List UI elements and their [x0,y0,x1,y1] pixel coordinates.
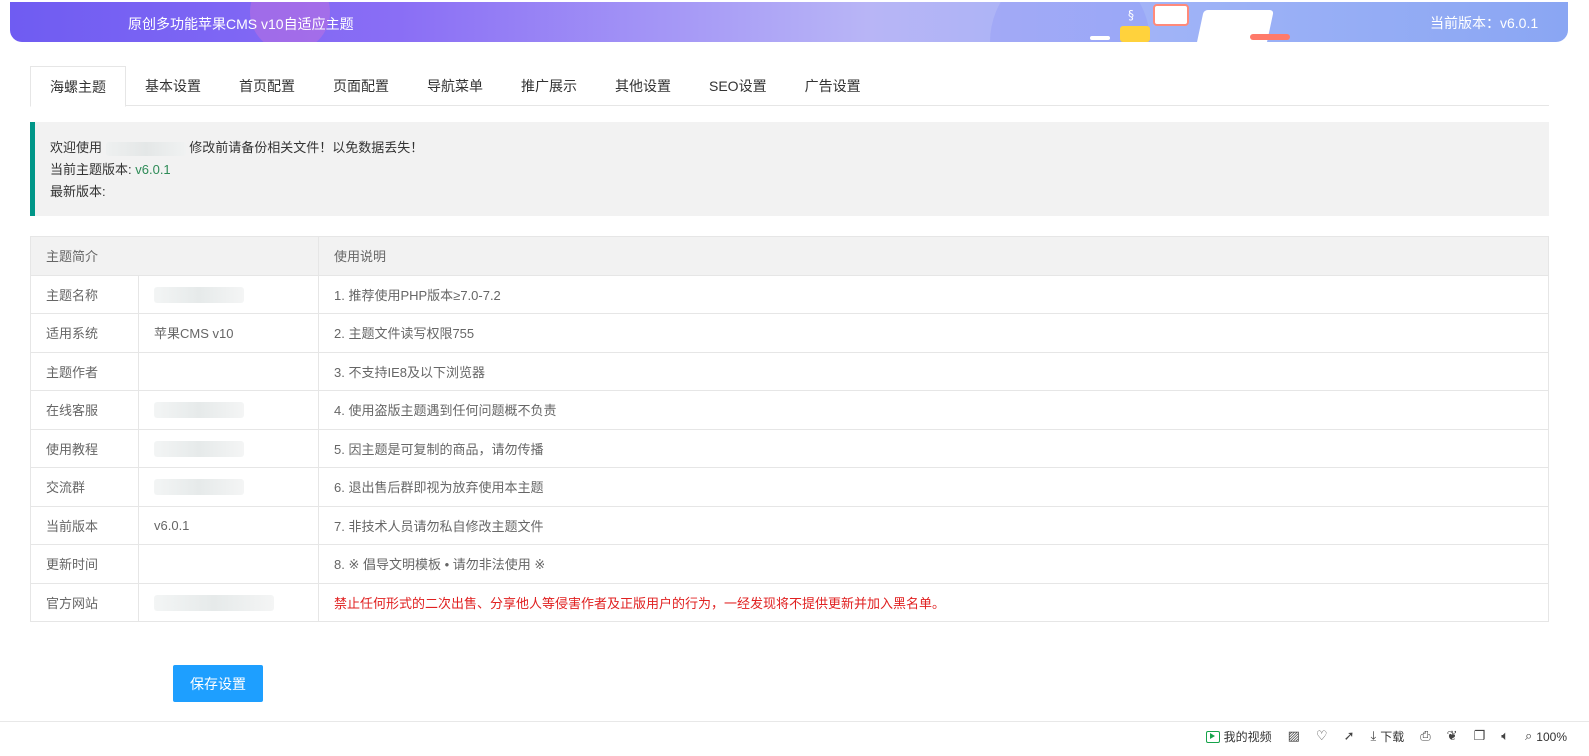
header-theme-intro: 主题简介 [30,236,319,276]
table-row: 更新时间 8. ※ 倡导文明模板 • 请勿非法使用 ※ [30,544,1549,584]
row-note: 2. 主题文件读写权限755 [318,313,1549,353]
rocket-icon[interactable]: ➚ [1344,729,1355,744]
current-version-label: 当前主题版本: [50,162,132,177]
header-banner: § 原创多功能苹果CMS v10自适应主题 当前版本：v6.0.1 [10,2,1568,42]
download-icon: ⤓ [1370,729,1377,744]
row-note: 8. ※ 倡导文明模板 • 请勿非法使用 ※ [318,544,1549,584]
my-video-label: 我的视频 [1223,730,1272,744]
row-note: 4. 使用盗版主题遇到任何问题概不负责 [318,390,1549,430]
header-usage-notes: 使用说明 [318,236,1549,276]
save-settings-button[interactable]: 保存设置 [173,665,263,702]
banner-decoration [1090,36,1110,40]
row-value [138,351,319,391]
banner-decoration [1250,34,1290,40]
row-note: 6. 退出售后群即视为放弃使用本主题 [318,467,1549,507]
tab-home-config[interactable]: 首页配置 [220,66,314,106]
download-label: 下载 [1380,730,1405,744]
zoom-level: 100% [1536,729,1567,744]
tab-promotion[interactable]: 推广展示 [502,66,596,106]
blurred-link[interactable] [154,479,244,496]
zoom-control[interactable]: ⌕ 100% [1525,729,1567,744]
row-note: 1. 推荐使用PHP版本≥7.0-7.2 [318,274,1549,314]
leaf-icon[interactable]: ❦ [1447,729,1458,744]
table-row: 交流群 6. 退出售后群即视为放弃使用本主题 [30,467,1549,507]
theme-info-table: 主题简介 使用说明 主题名称 1. 推荐使用PHP版本≥7.0-7.2 适用系统… [30,236,1549,622]
welcome-suffix: 修改前请备份相关文件！以免数据丢失！ [189,140,424,155]
tab-nav-menu[interactable]: 导航菜单 [408,66,502,106]
row-label: 在线客服 [30,390,139,430]
row-value[interactable] [138,467,319,507]
row-label: 适用系统 [30,313,139,353]
tab-basic-settings[interactable]: 基本设置 [126,66,220,106]
table-header-row: 主题简介 使用说明 [30,236,1549,276]
row-value [138,274,319,314]
settings-tabs: 海螺主题 基本设置 首页配置 页面配置 导航菜单 推广展示 其他设置 SEO设置… [30,66,1549,107]
current-version-value: v6.0.1 [135,162,171,177]
row-label: 更新时间 [30,544,139,584]
table-row: 在线客服 4. 使用盗版主题遇到任何问题概不负责 [30,390,1549,430]
blurred-theme-name [105,141,186,156]
row-note: 3. 不支持IE8及以下浏览器 [318,351,1549,391]
my-video-button[interactable]: 我的视频 [1205,728,1272,745]
tab-hailuo-theme[interactable]: 海螺主题 [30,66,126,107]
row-label: 使用教程 [30,428,139,468]
tab-page-config[interactable]: 页面配置 [314,66,408,106]
table-row: 使用教程 5. 因主题是可复制的商品，请勿传播 [30,428,1549,468]
row-value[interactable] [138,582,319,622]
steam-icon: § [1128,8,1134,22]
row-label: 交流群 [30,467,139,507]
current-version-badge: 当前版本：v6.0.1 [1430,15,1539,31]
heart-icon[interactable]: ♡ [1316,729,1328,744]
latest-version-line: 最新版本: [50,181,1534,203]
welcome-line: 欢迎使用 修改前请备份相关文件！以免数据丢失！ [50,137,1534,159]
warning-note: 禁止任何形式的二次出售、分享他人等侵害作者及正版用户的行为，一经发现将不提供更新… [318,582,1549,622]
tab-seo-settings[interactable]: SEO设置 [690,66,786,106]
current-version-line: 当前主题版本: v6.0.1 [50,159,1534,181]
blurred-link[interactable] [154,402,244,419]
row-note: 5. 因主题是可复制的商品，请勿传播 [318,428,1549,468]
tab-ad-settings[interactable]: 广告设置 [786,66,880,106]
cup-illustration [1120,26,1150,42]
volume-icon[interactable]: 🔈︎ [1501,729,1509,744]
row-label: 官方网站 [30,582,139,622]
row-value[interactable] [138,390,319,430]
row-value[interactable] [138,428,319,468]
print-icon[interactable]: ⎙ [1420,729,1430,744]
table-row: 主题名称 1. 推荐使用PHP版本≥7.0-7.2 [30,274,1549,314]
welcome-notice: 欢迎使用 修改前请备份相关文件！以免数据丢失！ 当前主题版本: v6.0.1 最… [30,122,1549,216]
window-icon[interactable]: ❐ [1474,729,1486,744]
table-row: 官方网站 禁止任何形式的二次出售、分享他人等侵害作者及正版用户的行为，一经发现将… [30,582,1549,622]
row-value [138,544,319,584]
table-row: 主题作者 3. 不支持IE8及以下浏览器 [30,351,1549,391]
table-row: 当前版本 v6.0.1 7. 非技术人员请勿私自修改主题文件 [30,505,1549,545]
page-title: 原创多功能苹果CMS v10自适应主题 [128,16,354,32]
browser-statusbar: 我的视频 ▨ ♡ ➚ ⤓ 下载 ⎙ ❦ ❐ 🔈︎ ⌕ 100% [0,721,1589,756]
table-row: 适用系统 苹果CMS v10 2. 主题文件读写权限755 [30,313,1549,353]
download-button[interactable]: ⤓ 下载 [1370,728,1404,745]
row-label: 主题名称 [30,274,139,314]
row-label: 主题作者 [30,351,139,391]
blurred-value [154,286,244,303]
row-label: 当前版本 [30,505,139,545]
blurred-link[interactable] [154,440,244,457]
tab-other-settings[interactable]: 其他设置 [596,66,690,106]
row-note: 7. 非技术人员请勿私自修改主题文件 [318,505,1549,545]
latest-version-label: 最新版本: [50,184,106,199]
welcome-prefix: 欢迎使用 [50,140,103,155]
chat-bubble-illustration [1153,4,1189,26]
row-value: 苹果CMS v10 [138,313,319,353]
row-value: v6.0.1 [138,505,319,545]
image-icon[interactable]: ▨ [1288,729,1300,744]
zoom-icon: ⌕ [1525,729,1533,744]
video-play-icon [1205,730,1220,743]
blurred-link[interactable] [154,594,274,611]
